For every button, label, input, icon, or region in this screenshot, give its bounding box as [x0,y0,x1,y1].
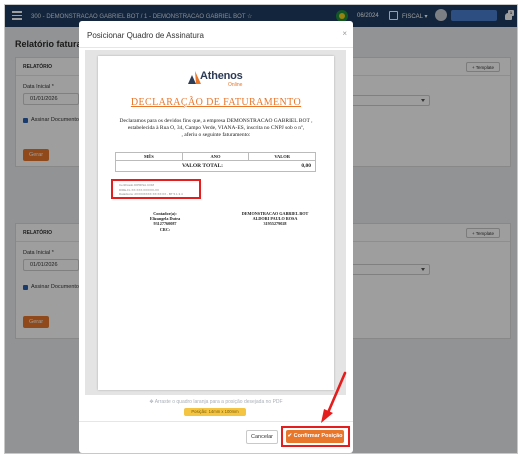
signature-box[interactable]: Certificado DIPRISA.COM DIRE-FL:XX.XXX.X… [111,179,201,199]
column-header-value: VALOR [274,154,291,159]
signature-line: Certificado DIPRISA.COM [119,183,155,187]
athenos-logo: Athenos Online [186,69,256,91]
declaration-line: Declaramos para os devidos fins que, a e… [119,118,313,124]
column-header-month: MÊS [116,153,183,160]
signature-line: Data/Hora: 2X/XX/XXXX XX:XX:XX - BT 5.1.… [119,192,183,196]
accountant-signature-block: Contador(a): Elizangela Dutra 9312776008… [130,211,200,232]
company-signature-block: DEMONSTRACAO GABRIEL BOT ALDORI PAULO RO… [230,211,320,227]
declaration-line: , aferiu o seguinte faturamento: [181,132,251,138]
position-badge: Posição: 14mm x 100mm [184,408,246,416]
modal-title: Posicionar Quadro de Assinatura [87,31,204,40]
declaration-text: Declaramos para os devidos fins que, a e… [110,118,322,139]
signer-line: 31955279028 [263,221,287,227]
confirm-position-button[interactable]: ✔ Confirmar Posição [286,430,344,443]
total-value: 0,00 [301,163,311,169]
close-icon[interactable]: × [342,29,347,38]
annotation-arrow-icon [321,371,347,423]
athenos-logo-icon [188,71,201,84]
pdf-viewer[interactable]: Athenos Online DECLARAÇÃO DE FATURAMENTO… [85,50,346,395]
total-label: VALOR TOTAL: [182,163,224,169]
declaration-line: estabelecida à Rua O, 34, Campo Verde, V… [127,125,305,131]
column-header-year: ANO [183,153,250,160]
drag-hint-text: Arraste o quadro laranja para a posição … [154,399,283,405]
pdf-page: Athenos Online DECLARAÇÃO DE FATURAMENTO… [98,56,334,390]
app-window: 300 - DEMONSTRACAO GABRIEL BOT / 1 - DEM… [4,4,518,454]
divider [79,47,353,48]
signer-line: CRC: [159,226,171,232]
logo-text: Athenos [200,70,243,82]
document-title: DECLARAÇÃO DE FATURAMENTO [130,97,302,108]
revenue-table: MÊS ANO VALOR VALOR TOTAL: 0,00 [115,152,316,172]
signature-line: DIRE-FL:XX.XXX.XXX/XX-XX [119,187,160,192]
logo-subtext: Online [228,82,243,88]
table-header-row: MÊS ANO VALOR [116,153,315,161]
cancel-button[interactable]: Cancelar [246,430,278,444]
total-row: VALOR TOTAL: 0,00 [116,161,315,171]
